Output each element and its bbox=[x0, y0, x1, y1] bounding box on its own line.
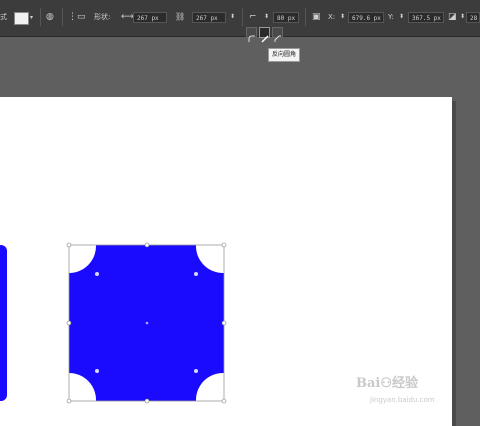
width-icon: ⟷ bbox=[121, 12, 134, 22]
handle-right[interactable] bbox=[221, 320, 227, 326]
corner-radius-icon[interactable]: ⌐ bbox=[249, 12, 257, 22]
height-input[interactable]: 267 px bbox=[192, 12, 226, 23]
radius-handle-bottom-left[interactable] bbox=[95, 369, 99, 373]
handle-bottom[interactable] bbox=[144, 398, 150, 404]
x-label: X: bbox=[328, 13, 336, 21]
toolbar-divider bbox=[62, 8, 63, 26]
handle-bottom-left[interactable] bbox=[66, 398, 72, 404]
tooltip: 反向圆角 bbox=[268, 48, 301, 62]
inverted-round-corner-icon bbox=[261, 35, 269, 43]
corner-type-group bbox=[246, 27, 283, 43]
handle-top[interactable] bbox=[144, 242, 150, 248]
handle-left[interactable] bbox=[66, 320, 72, 326]
stepper-icon[interactable]: ⬍ bbox=[230, 12, 235, 22]
corner-radius-input[interactable]: 80 px bbox=[273, 12, 299, 23]
rotation-input[interactable]: 28 bbox=[466, 12, 480, 23]
toolbar-divider bbox=[305, 8, 306, 26]
partial-shape-left[interactable] bbox=[0, 245, 7, 401]
handle-top-right[interactable] bbox=[221, 242, 227, 248]
toolbar-truncated-label: 式 bbox=[0, 13, 7, 21]
stepper-icon[interactable]: ⬍ bbox=[399, 12, 404, 22]
rotate-icon[interactable]: ◪ bbox=[448, 12, 457, 22]
center-point bbox=[145, 321, 149, 325]
radius-handle-top-right[interactable] bbox=[194, 272, 198, 276]
options-toolbar: 式 ▾ ◍ ⋮▭ 形状: ⟷ 267 px ⛓ 267 px ⬍ ⌐ ⬍ 80 … bbox=[0, 0, 480, 43]
watermark-url: jingyan.baidu.com bbox=[370, 396, 435, 404]
selected-shape[interactable] bbox=[60, 236, 235, 411]
toolbar-divider bbox=[242, 8, 243, 26]
corner-type-inverted-round-button[interactable] bbox=[259, 27, 270, 43]
corner-type-chamfer-button[interactable] bbox=[272, 27, 283, 42]
toolbar-divider bbox=[40, 8, 41, 26]
x-input[interactable]: 679.6 px bbox=[348, 12, 384, 23]
stepper-icon[interactable]: ⬍ bbox=[264, 12, 269, 22]
shape-label: 形状: bbox=[94, 13, 111, 21]
link-icon[interactable]: ⛓ bbox=[175, 12, 185, 22]
chevron-down-icon[interactable]: ▾ bbox=[30, 14, 33, 21]
y-label: Y: bbox=[388, 13, 394, 21]
radius-handle-top-left[interactable] bbox=[95, 272, 99, 276]
width-input[interactable]: 267 px bbox=[133, 12, 167, 23]
fill-color-swatch[interactable] bbox=[14, 12, 29, 25]
radius-handle-bottom-right[interactable] bbox=[194, 369, 198, 373]
y-input[interactable]: 367.5 px bbox=[408, 12, 444, 23]
corner-type-round-button[interactable] bbox=[246, 27, 257, 42]
stroke-color-icon[interactable]: ◍ bbox=[46, 12, 54, 22]
canvas-shadow bbox=[452, 101, 456, 426]
round-corner-icon bbox=[248, 35, 255, 42]
chamfer-corner-icon bbox=[274, 35, 281, 42]
stroke-style-icon[interactable]: ⋮▭ bbox=[68, 12, 86, 22]
handle-top-left[interactable] bbox=[66, 242, 72, 248]
handle-bottom-right[interactable] bbox=[221, 398, 227, 404]
align-icon[interactable]: ▣ bbox=[312, 12, 321, 22]
stepper-icon[interactable]: ⬍ bbox=[460, 12, 465, 22]
stepper-icon[interactable]: ⬍ bbox=[340, 12, 345, 22]
watermark-logo: Bai⚇经验 bbox=[356, 376, 419, 391]
